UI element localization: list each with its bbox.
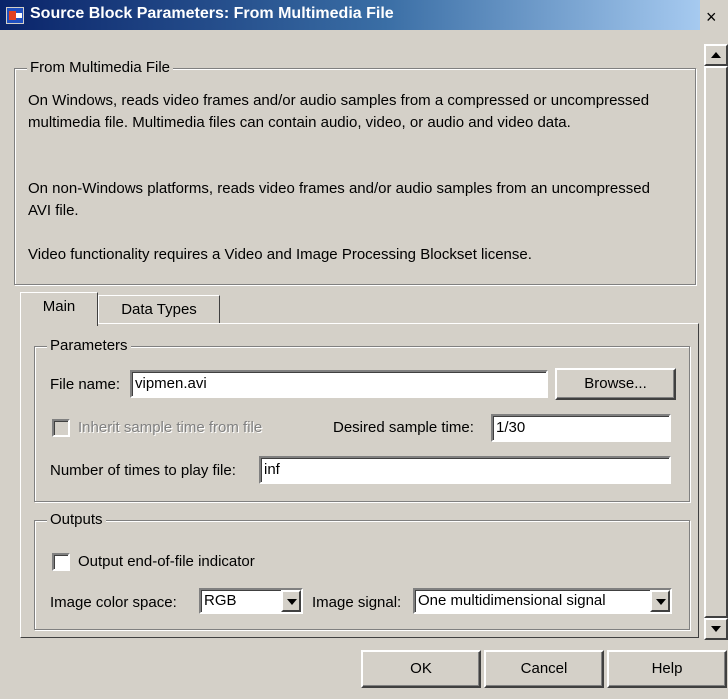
vertical-scrollbar[interactable] (704, 44, 728, 640)
ok-button[interactable]: OK (361, 650, 481, 688)
chevron-down-icon (711, 626, 721, 632)
cancel-button[interactable]: Cancel (484, 650, 604, 688)
play-count-label: Number of times to play file: (50, 462, 236, 479)
scroll-down-button[interactable] (704, 618, 728, 640)
image-signal-label: Image signal: (312, 594, 402, 611)
simulink-block-icon (6, 7, 24, 24)
color-space-label: Image color space: (50, 594, 177, 611)
tab-data-types-label: Data Types (121, 301, 197, 318)
play-count-input[interactable]: inf (259, 456, 671, 484)
browse-button[interactable]: Browse... (555, 368, 676, 400)
window-title: Source Block Parameters: From Multimedia… (30, 5, 394, 22)
inherit-sample-time-label: Inherit sample time from file (78, 419, 263, 436)
image-signal-dropdown-button[interactable] (650, 590, 670, 612)
outputs-group-label: Outputs (47, 512, 106, 528)
scroll-up-button[interactable] (704, 44, 728, 66)
image-signal-value: One multidimensional signal (418, 592, 606, 609)
color-space-select[interactable]: RGB (199, 588, 303, 614)
ok-button-label: OK (410, 660, 432, 677)
description-paragraph-2: On non-Windows platforms, reads video fr… (28, 180, 650, 219)
chevron-up-icon (711, 52, 721, 58)
color-space-value: RGB (204, 592, 237, 609)
title-bar[interactable]: Source Block Parameters: From Multimedia… (0, 0, 700, 30)
scrollbar-thumb[interactable] (704, 66, 728, 618)
inherit-sample-time-checkbox[interactable] (52, 419, 70, 437)
file-name-input[interactable]: vipmen.avi (130, 370, 548, 398)
desired-sample-time-input[interactable]: 1/30 (491, 414, 671, 442)
description-group-label: From Multimedia File (27, 60, 174, 76)
eof-indicator-checkbox[interactable] (52, 553, 70, 571)
help-button[interactable]: Help (607, 650, 727, 688)
close-icon[interactable]: × (706, 8, 717, 26)
desired-sample-time-label: Desired sample time: (333, 419, 474, 436)
dialog-window: Source Block Parameters: From Multimedia… (0, 0, 728, 699)
tab-data-types[interactable]: Data Types (98, 295, 220, 325)
eof-indicator-label: Output end-of-file indicator (78, 553, 255, 570)
help-button-label: Help (651, 660, 683, 677)
tab-main-label: Main (42, 298, 76, 315)
color-space-dropdown-button[interactable] (281, 590, 301, 612)
tab-main[interactable]: Main (20, 292, 98, 326)
file-name-label: File name: (50, 376, 121, 393)
image-signal-select[interactable]: One multidimensional signal (413, 588, 672, 614)
description-paragraph-3: Video functionality requires a Video and… (28, 246, 532, 263)
cancel-button-label: Cancel (520, 660, 568, 677)
browse-button-label: Browse... (584, 375, 647, 392)
description-paragraph-1: On Windows, reads video frames and/or au… (28, 92, 650, 131)
parameters-group-label: Parameters (47, 338, 131, 354)
chevron-down-icon (287, 599, 297, 605)
chevron-down-icon (656, 599, 666, 605)
